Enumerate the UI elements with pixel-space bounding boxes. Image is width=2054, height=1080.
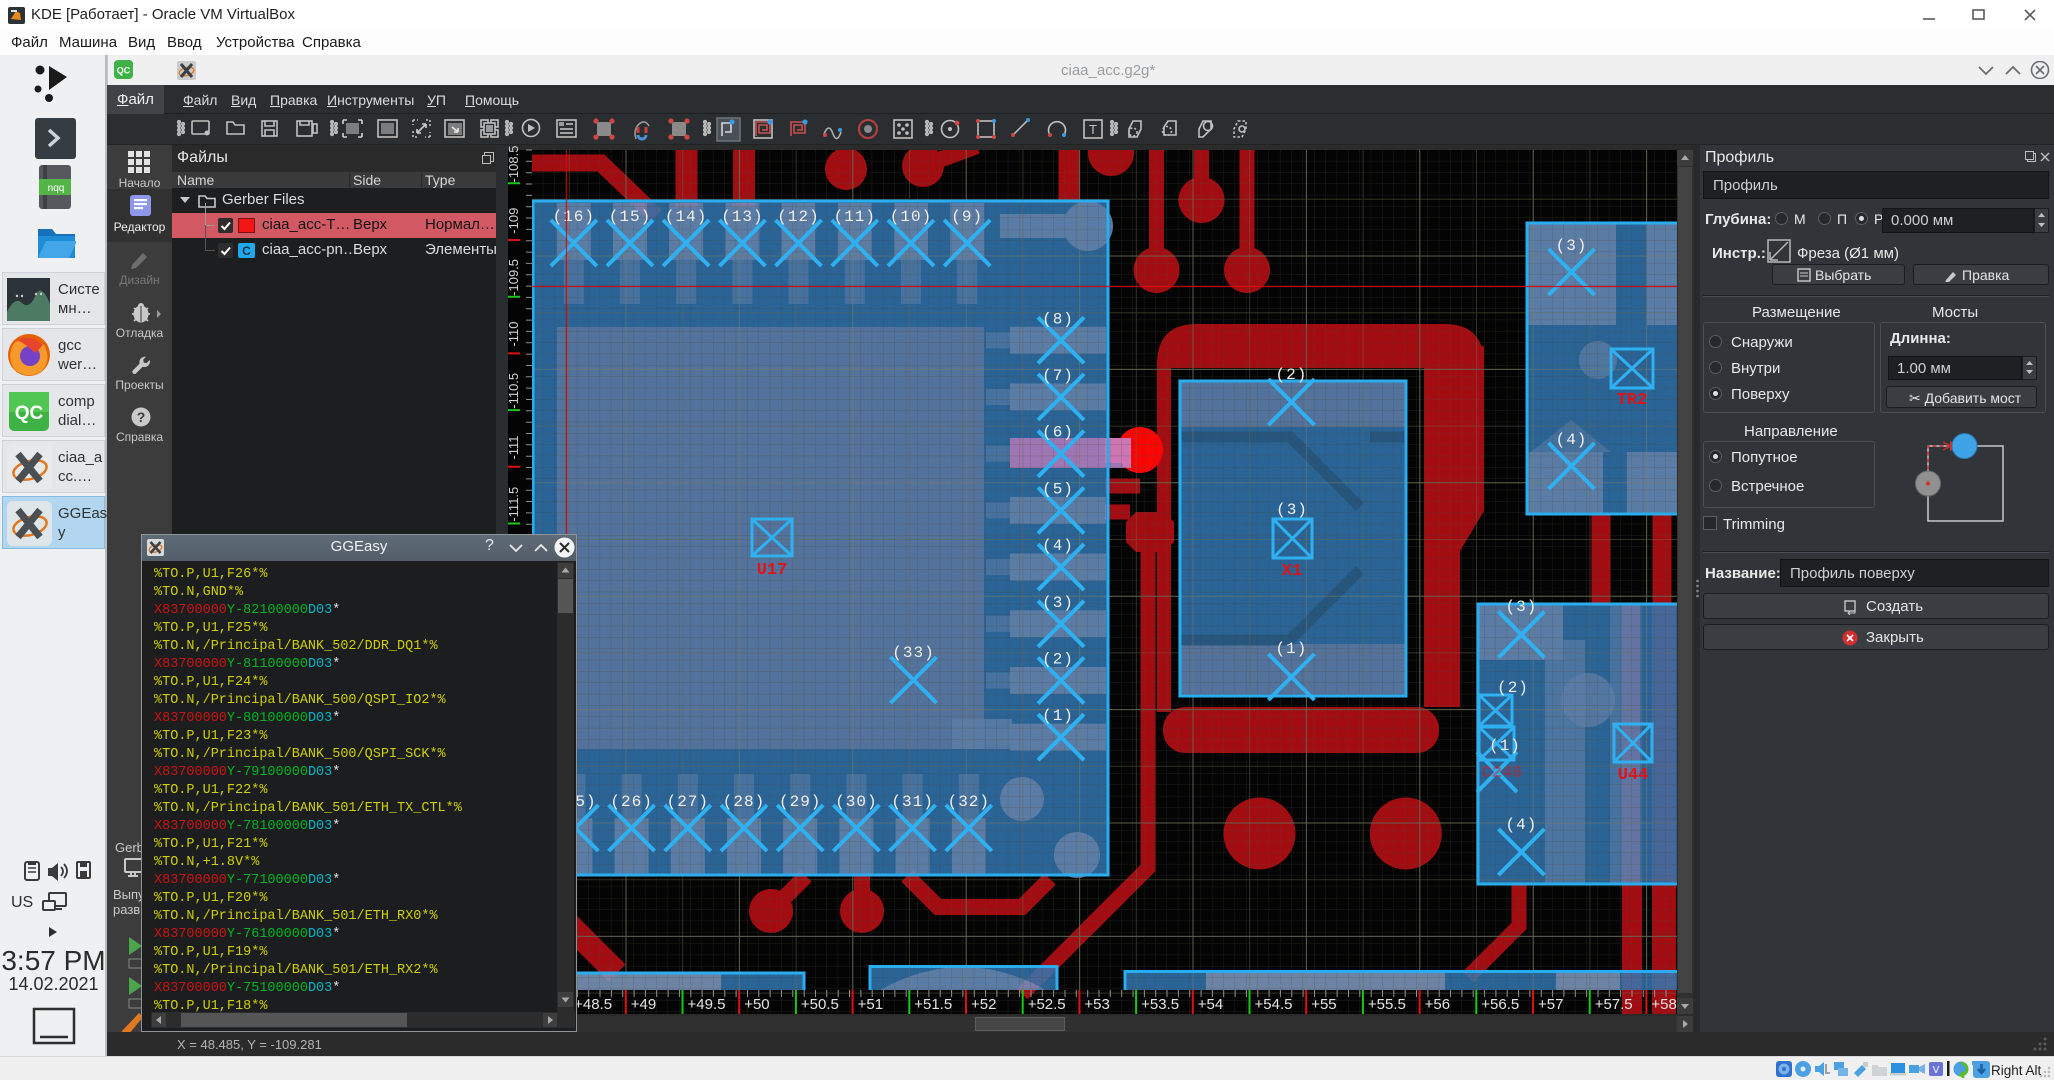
svg-text:(4): (4): [1556, 431, 1588, 449]
svg-text:(1): (1): [1489, 737, 1521, 755]
svg-text:(5): (5): [1042, 480, 1074, 498]
svg-text:(4): (4): [1042, 537, 1074, 555]
svg-text:-109.5: -109.5: [508, 259, 521, 296]
svg-text:+54: +54: [1198, 996, 1223, 1013]
svg-text:+53: +53: [1084, 996, 1109, 1013]
svg-text:?: ?: [137, 409, 146, 425]
svg-text:(13): (13): [721, 208, 763, 226]
svg-text:+56: +56: [1425, 996, 1450, 1013]
svg-text:(28): (28): [723, 793, 765, 811]
svg-text:-110: -110: [508, 322, 521, 347]
svg-text:(32): (32): [948, 793, 990, 811]
svg-text:+50.5: +50.5: [801, 996, 839, 1013]
svg-text:V: V: [1933, 1065, 1940, 1076]
svg-text:(1): (1): [1275, 640, 1307, 658]
svg-text:+54.5: +54.5: [1255, 996, 1293, 1013]
svg-text:+57.5: +57.5: [1595, 996, 1633, 1013]
svg-text:(3): (3): [1042, 594, 1074, 612]
svg-text:+57: +57: [1538, 996, 1563, 1013]
svg-text:(6): (6): [1042, 424, 1074, 442]
svg-text:+55.5: +55.5: [1368, 996, 1406, 1013]
svg-text:T: T: [1089, 122, 1097, 137]
svg-text:(8): (8): [1042, 310, 1074, 328]
svg-text:(9): (9): [951, 208, 983, 226]
svg-text:+51: +51: [858, 996, 883, 1013]
svg-text:(10): (10): [890, 208, 932, 226]
svg-text:(2): (2): [1275, 366, 1307, 384]
svg-text:U44: U44: [1618, 766, 1649, 785]
svg-text:(29): (29): [779, 793, 821, 811]
svg-text:(4): (4): [1505, 816, 1537, 834]
svg-text:U17: U17: [757, 561, 788, 580]
svg-text:(1): (1): [1042, 707, 1074, 725]
svg-text:+56.5: +56.5: [1481, 996, 1519, 1013]
svg-text:(2): (2): [1497, 679, 1529, 697]
svg-text:(7): (7): [1042, 367, 1074, 385]
svg-text:(3): (3): [1505, 598, 1537, 616]
svg-text:-109: -109: [508, 208, 521, 234]
svg-text:(2): (2): [1042, 651, 1074, 669]
svg-text:+49.5: +49.5: [688, 996, 726, 1013]
svg-text:(12): (12): [777, 208, 819, 226]
svg-text:nqq: nqq: [48, 183, 65, 194]
svg-text:X1: X1: [1282, 562, 1302, 581]
svg-text:QC: QC: [117, 66, 131, 76]
svg-text:(30): (30): [835, 793, 877, 811]
svg-text:-111: -111: [508, 435, 521, 459]
svg-text:+49: +49: [631, 996, 656, 1013]
svg-text:+53.5: +53.5: [1141, 996, 1179, 1013]
svg-text:(26): (26): [610, 793, 652, 811]
svg-text:+50: +50: [744, 996, 769, 1013]
svg-text:(27): (27): [667, 793, 709, 811]
svg-text:+48.5: +48.5: [574, 996, 612, 1013]
svg-text:+51.5: +51.5: [914, 996, 952, 1013]
svg-text:(15): (15): [609, 208, 651, 226]
svg-text:(31): (31): [891, 793, 933, 811]
svg-text:-111.5: -111.5: [508, 487, 521, 522]
svg-text:+58: +58: [1651, 996, 1676, 1013]
svg-text:-110.5: -110.5: [508, 373, 521, 409]
svg-text:(3): (3): [1276, 501, 1308, 519]
svg-text:TR2: TR2: [1617, 391, 1648, 410]
svg-text:+55: +55: [1311, 996, 1336, 1013]
svg-text:-108.5: -108.5: [508, 146, 521, 183]
svg-text:+52.5: +52.5: [1028, 996, 1066, 1013]
svg-text:(33): (33): [892, 644, 934, 662]
svg-text:C: C: [242, 244, 251, 258]
svg-text:C246: C246: [1482, 764, 1523, 783]
svg-text:QC: QC: [15, 403, 44, 424]
svg-text:(14): (14): [665, 208, 707, 226]
svg-text:(16): (16): [553, 208, 595, 226]
svg-text:+52: +52: [971, 996, 996, 1013]
svg-text:(3): (3): [1556, 237, 1588, 255]
svg-text:(11): (11): [834, 208, 876, 226]
